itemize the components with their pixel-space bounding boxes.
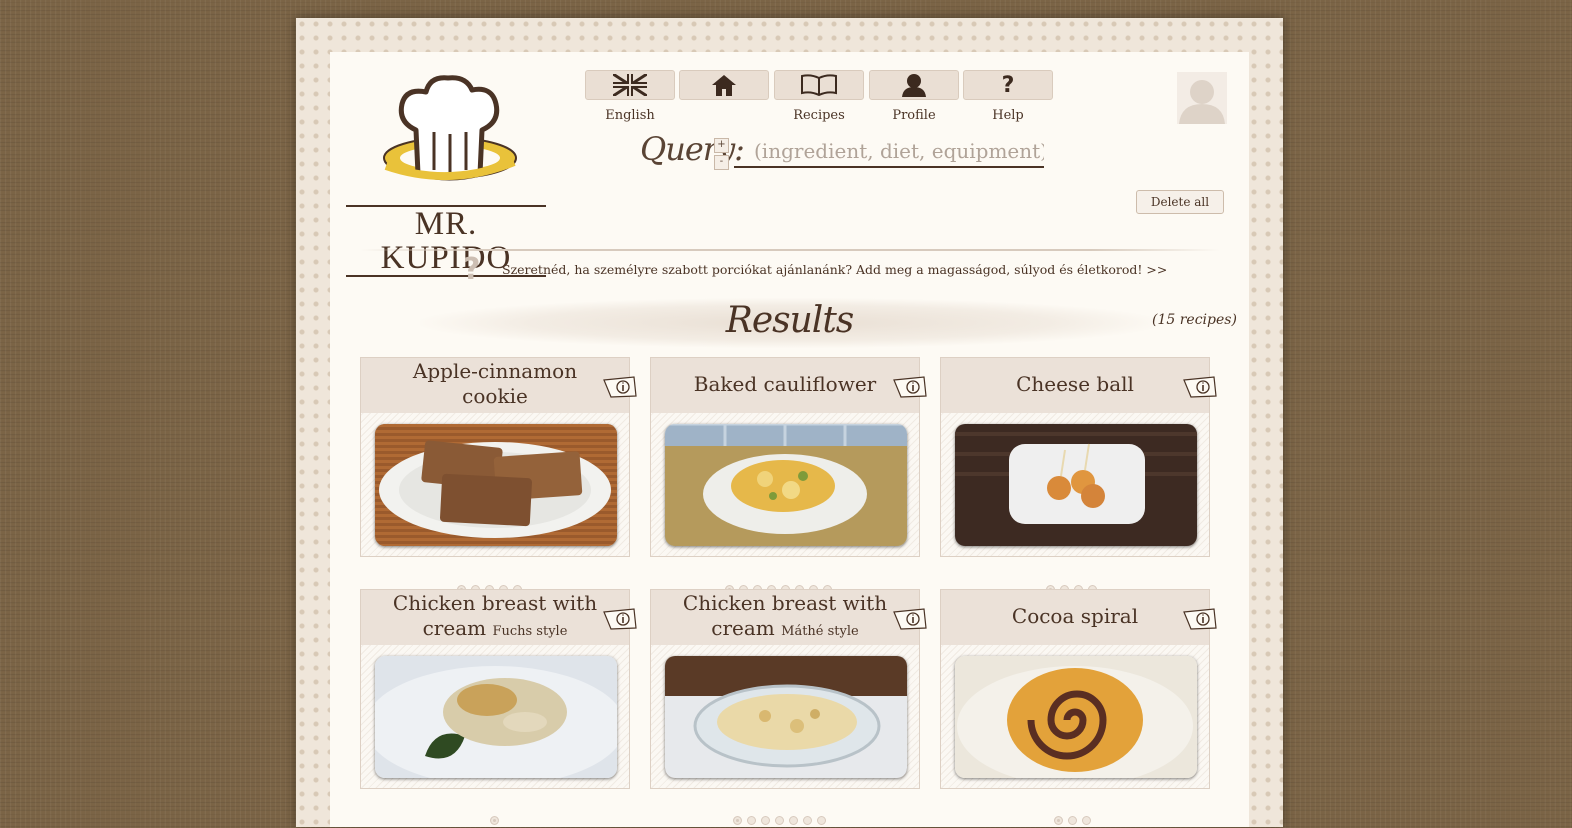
cheese-ball-photo xyxy=(955,424,1197,546)
header-divider xyxy=(360,249,1220,251)
pagination-dot[interactable] xyxy=(775,816,784,825)
nav-label-recipes: Recipes xyxy=(793,108,845,123)
nav-label-english: English xyxy=(605,108,655,123)
logo[interactable]: MR. KUPIDO xyxy=(346,70,552,277)
recipe-card[interactable]: Chicken breast with cream Máthé style xyxy=(650,589,927,789)
pagination-dot[interactable] xyxy=(733,816,742,825)
recipe-photo[interactable] xyxy=(955,656,1197,778)
card-title[interactable]: Chicken breast with cream Fuchs style xyxy=(381,590,609,645)
page-content: MR. KUPIDO English Recipes Profile ? Hel… xyxy=(330,52,1249,827)
nav-label-help: Help xyxy=(992,108,1024,123)
delete-all-button[interactable]: Delete all xyxy=(1136,190,1224,214)
user-icon xyxy=(902,74,926,97)
card-pagination xyxy=(1054,816,1091,828)
card-header: Baked cauliflower xyxy=(651,358,919,413)
nav-recipes[interactable]: Recipes xyxy=(774,70,864,130)
pagination-dot[interactable] xyxy=(747,816,756,825)
query-input[interactable] xyxy=(734,136,1044,168)
nav-profile[interactable]: Profile xyxy=(869,70,959,130)
card-subtitle: Fuchs style xyxy=(492,624,568,639)
page-frame: MR. KUPIDO English Recipes Profile ? Hel… xyxy=(296,18,1283,827)
results-title: Results xyxy=(725,300,855,341)
home-icon xyxy=(712,75,736,96)
results-count: (15 recipes) xyxy=(1152,312,1237,328)
recipe-photo[interactable] xyxy=(665,424,907,546)
pagination-dot[interactable] xyxy=(817,816,826,825)
recipe-card[interactable]: Apple-cinnamon cookie xyxy=(360,357,637,557)
card-title-text: Apple-cinnamon cookie xyxy=(412,359,578,408)
nav-label-profile: Profile xyxy=(892,108,936,123)
recipe-photo[interactable] xyxy=(375,656,617,778)
info-icon[interactable] xyxy=(893,608,927,630)
nav-home[interactable] xyxy=(679,70,769,130)
avatar[interactable] xyxy=(1177,72,1227,124)
pagination-dot[interactable] xyxy=(490,816,499,825)
chef-hat-icon xyxy=(383,75,517,181)
cocoa-spiral-photo xyxy=(955,656,1197,778)
recipes-button[interactable] xyxy=(774,70,864,100)
card-title-text: Cocoa spiral xyxy=(1011,603,1139,628)
chicken-mathe-photo xyxy=(665,656,907,778)
recipe-card[interactable]: Baked cauliflower xyxy=(650,357,927,557)
tip-link[interactable]: Szeretnéd, ha személyre szabott porcióka… xyxy=(502,262,1167,277)
query-stepper: + - xyxy=(714,138,729,172)
recipe-card[interactable]: Cocoa spiral xyxy=(940,589,1217,789)
recipe-card[interactable]: Chicken breast with cream Fuchs style xyxy=(360,589,637,789)
language-button[interactable] xyxy=(585,70,675,100)
recipe-photo[interactable] xyxy=(375,424,617,546)
card-title-text: Cheese ball xyxy=(1016,371,1134,396)
card-title[interactable]: Cocoa spiral xyxy=(961,590,1189,645)
card-title[interactable]: Chicken breast with cream Máthé style xyxy=(671,590,899,645)
question-icon: ? xyxy=(1001,72,1015,98)
card-header: Cocoa spiral xyxy=(941,590,1209,645)
card-header: Chicken breast with cream Fuchs style xyxy=(361,590,629,645)
tip-question-icon: ? xyxy=(463,252,481,287)
card-header: Cheese ball xyxy=(941,358,1209,413)
card-header: Apple-cinnamon cookie xyxy=(361,358,629,413)
chicken-fuchs-photo xyxy=(375,656,617,778)
card-subtitle: Máthé style xyxy=(781,624,859,639)
pagination-dot[interactable] xyxy=(1068,816,1077,825)
pagination-dot[interactable] xyxy=(803,816,812,825)
card-title[interactable]: Baked cauliflower xyxy=(671,358,899,413)
card-pagination xyxy=(490,816,499,828)
card-header: Chicken breast with cream Máthé style xyxy=(651,590,919,645)
pagination-dot[interactable] xyxy=(1054,816,1063,825)
query-plus-button[interactable]: + xyxy=(714,138,729,153)
avatar-placeholder-icon xyxy=(1179,80,1225,124)
card-title[interactable]: Apple-cinnamon cookie xyxy=(381,358,609,413)
card-title[interactable]: Cheese ball xyxy=(961,358,1189,413)
info-icon[interactable] xyxy=(893,376,927,398)
home-button[interactable] xyxy=(679,70,769,100)
recipe-photo[interactable] xyxy=(955,424,1197,546)
recipe-card[interactable]: Cheese ball xyxy=(940,357,1217,557)
profile-button[interactable] xyxy=(869,70,959,100)
nav-help[interactable]: ? Help xyxy=(963,70,1053,130)
info-icon[interactable] xyxy=(1183,376,1217,398)
info-icon[interactable] xyxy=(603,376,637,398)
uk-flag-icon xyxy=(613,74,647,96)
info-icon[interactable] xyxy=(1183,608,1217,630)
pagination-dot[interactable] xyxy=(1082,816,1091,825)
help-button[interactable]: ? xyxy=(963,70,1053,100)
card-title-text: Baked cauliflower xyxy=(693,371,877,396)
recipe-photo[interactable] xyxy=(665,656,907,778)
card-pagination xyxy=(733,816,826,828)
cauliflower-photo xyxy=(665,424,907,546)
book-icon xyxy=(801,74,837,96)
query-minus-button[interactable]: - xyxy=(714,155,729,170)
nav-english[interactable]: English xyxy=(585,70,675,130)
cookie-photo xyxy=(375,424,617,546)
info-icon[interactable] xyxy=(603,608,637,630)
pagination-dot[interactable] xyxy=(789,816,798,825)
pagination-dot[interactable] xyxy=(761,816,770,825)
